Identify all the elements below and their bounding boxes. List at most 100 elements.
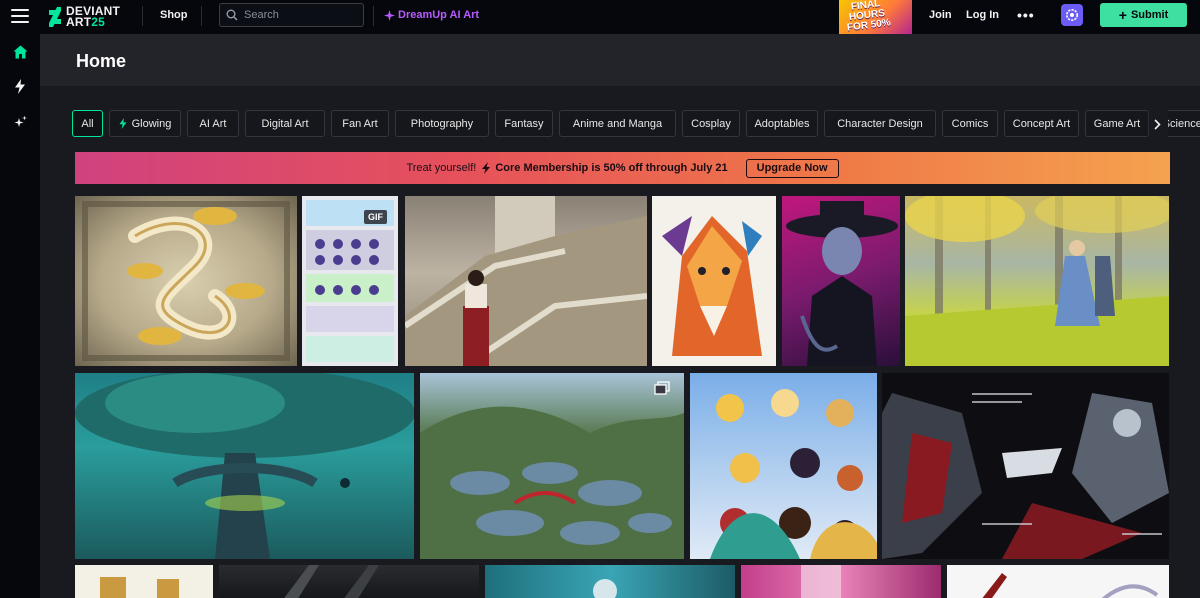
chip-label: AI Art: [199, 117, 227, 130]
main-content: Home All Glowing AI Art Digital Art Fan Art P…: [40, 34, 1200, 598]
banner-treat-text: Treat yourself!: [406, 162, 477, 174]
chip-glowing[interactable]: Glowing: [109, 110, 181, 137]
artwork-image: [662, 216, 762, 356]
chip-fantasy[interactable]: Fantasy: [495, 110, 553, 137]
chip-all[interactable]: All: [72, 110, 103, 137]
chips-scroll-right[interactable]: [1146, 110, 1168, 138]
rail-dreamup[interactable]: [8, 110, 32, 134]
page-header: Home: [40, 34, 1200, 86]
artwork-image: [82, 201, 290, 361]
chip-cosplay[interactable]: Cosplay: [682, 110, 740, 137]
chip-comics[interactable]: Comics: [942, 110, 998, 137]
deviation-thumbnail[interactable]: [782, 196, 900, 366]
divider: [373, 6, 374, 26]
join-link[interactable]: Join: [929, 9, 952, 21]
chip-photography[interactable]: Photography: [395, 110, 489, 137]
chip-digital-art[interactable]: Digital Art: [245, 110, 325, 137]
chip-concept-art[interactable]: Concept Art: [1004, 110, 1079, 137]
core-membership-banner: Treat yourself! Core Membership is 50% o…: [75, 152, 1170, 184]
artwork-image: [405, 196, 647, 366]
chip-label: Science Fiction: [1162, 117, 1200, 130]
chip-label: Fan Art: [342, 117, 378, 130]
logo-line2: ART25: [66, 15, 120, 29]
shop-link[interactable]: Shop: [160, 9, 188, 21]
dreamup-link[interactable]: DreamUp AI Art: [384, 9, 479, 21]
deviation-thumbnail[interactable]: [219, 565, 479, 598]
deviation-thumbnail[interactable]: [75, 373, 414, 559]
artwork-image: [284, 565, 379, 598]
plus-icon: +: [1118, 6, 1127, 23]
chip-label: Adoptables: [754, 117, 810, 130]
submit-button[interactable]: + Submit: [1100, 3, 1187, 27]
hamburger-menu-icon[interactable]: [11, 8, 29, 24]
deviation-thumbnail[interactable]: [905, 196, 1169, 366]
dreamup-icon: [14, 115, 27, 127]
avatar-gear-icon: [1066, 9, 1078, 21]
search-icon: [226, 9, 238, 21]
dreamup-sparkle-icon: [384, 9, 395, 21]
artwork-image: [710, 389, 877, 559]
artwork-image: [100, 577, 179, 598]
search-box[interactable]: [219, 3, 364, 27]
bolt-icon: [119, 118, 127, 129]
deviation-thumbnail[interactable]: [405, 196, 647, 366]
chip-label: All: [81, 117, 94, 130]
promo-final-hours[interactable]: FINAL HOURS FOR 50%: [839, 0, 912, 34]
deviation-thumbnail[interactable]: [75, 565, 213, 598]
chip-character-design[interactable]: Character Design: [824, 110, 936, 137]
left-rail: [0, 34, 40, 598]
multi-image-icon: [654, 381, 670, 395]
deviation-thumbnail[interactable]: GIF: [302, 196, 398, 366]
profile-avatar[interactable]: [1061, 4, 1083, 26]
artwork-image: [882, 393, 1169, 559]
gif-badge: GIF: [364, 210, 387, 224]
bolt-icon: [15, 78, 25, 94]
artwork-image: [420, 406, 684, 559]
chip-fan-art[interactable]: Fan Art: [331, 110, 389, 137]
artwork-image: [75, 373, 414, 559]
deviation-thumbnail[interactable]: [420, 373, 684, 559]
chip-anime-and-manga[interactable]: Anime and Manga: [559, 110, 676, 137]
deviation-thumbnail[interactable]: [690, 373, 877, 559]
chip-label: Concept Art: [1012, 117, 1071, 130]
artwork-image: [786, 201, 898, 366]
deviation-thumbnail[interactable]: [741, 565, 941, 598]
upgrade-now-button[interactable]: Upgrade Now: [745, 158, 839, 178]
submit-label: Submit: [1130, 9, 1169, 21]
artwork-image: [905, 196, 1169, 366]
chip-adoptables[interactable]: Adoptables: [746, 110, 818, 137]
chip-label: Game Art: [1093, 117, 1141, 130]
deviation-thumbnail[interactable]: [947, 565, 1169, 598]
core-logo-icon: [482, 162, 491, 174]
deviantart-logo-icon: [49, 7, 61, 27]
more-options-icon[interactable]: •••: [1017, 7, 1035, 23]
login-link[interactable]: Log In: [966, 9, 999, 21]
home-icon: [13, 45, 27, 59]
deviation-thumbnail[interactable]: [75, 196, 297, 366]
chip-label: Glowing: [131, 117, 172, 130]
deviation-thumbnail[interactable]: [652, 196, 776, 366]
top-bar: DEVIANT ART25 Shop DreamUp AI Art FINAL …: [0, 0, 1200, 34]
artwork-image: [593, 579, 617, 598]
dreamup-label: DreamUp AI Art: [398, 9, 480, 21]
chip-label: Anime and Manga: [572, 117, 663, 130]
chip-ai-art[interactable]: AI Art: [187, 110, 239, 137]
chevron-right-icon: [1153, 118, 1161, 130]
logo-suffix: 25: [91, 15, 106, 29]
banner-membership-text: Core Membership is 50% off through July …: [495, 162, 728, 174]
logo-art: ART: [66, 15, 92, 29]
rail-watch[interactable]: [8, 74, 32, 98]
chip-label: Character Design: [837, 117, 923, 130]
chip-label: Fantasy: [504, 117, 544, 130]
artwork-image: [801, 565, 841, 598]
chip-game-art[interactable]: Game Art: [1085, 110, 1149, 137]
logo-wordmark: DEVIANT ART25: [66, 5, 120, 29]
deviation-thumbnail[interactable]: [485, 565, 735, 598]
divider: [201, 6, 202, 26]
artwork-image: [982, 573, 1159, 598]
chip-label: Cosplay: [691, 117, 731, 130]
deviantart-logo[interactable]: DEVIANT ART25: [48, 4, 120, 30]
rail-home[interactable]: [8, 40, 32, 64]
deviation-thumbnail[interactable]: [882, 373, 1169, 559]
search-input[interactable]: [244, 9, 354, 21]
